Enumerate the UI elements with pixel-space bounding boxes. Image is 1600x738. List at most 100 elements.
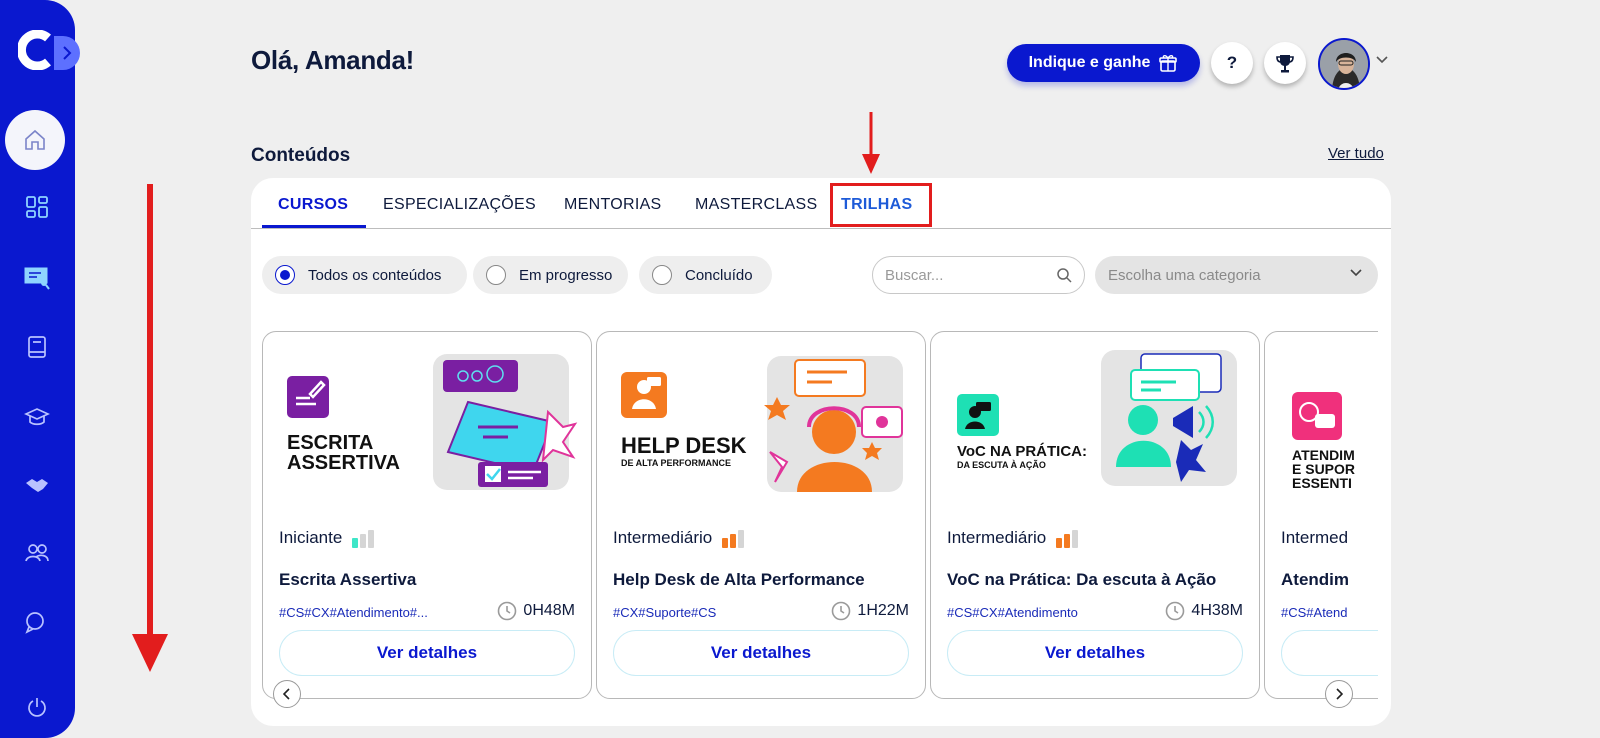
filter-completed[interactable]: Concluído [639, 256, 772, 294]
filter-all-label: Todos os conteúdos [308, 266, 442, 284]
sidebar-item-dashboard[interactable] [22, 192, 52, 222]
course-duration: 1H22M [831, 601, 909, 621]
sidebar-item-community[interactable] [22, 538, 52, 568]
course-thumbnail: HELP DESK DE ALTA PERFORMANCE [621, 356, 903, 492]
carousel-prev-button[interactable] [273, 680, 301, 708]
svg-text:HELP DESK: HELP DESK [621, 433, 747, 458]
radio-icon [652, 265, 672, 285]
course-card[interactable]: HELP DESK DE ALTA PERFORMANCE Intermediá… [596, 331, 926, 699]
view-details-button[interactable]: Ver detalhes [1281, 630, 1391, 676]
sidebar-item-mentoring[interactable] [22, 470, 52, 500]
level-bars-icon [352, 528, 375, 548]
page-greeting: Olá, Amanda! [251, 45, 415, 75]
course-level-label: Intermed [1281, 528, 1349, 547]
category-placeholder: Escolha uma categoria [1108, 266, 1261, 284]
content-panel: CURSOS ESPECIALIZAÇÕES MENTORIAS MASTERC… [251, 178, 1391, 726]
sidebar-item-logout[interactable] [22, 692, 52, 722]
svg-text:ASSERTIVA: ASSERTIVA [287, 452, 400, 474]
course-card[interactable]: VoC NA PRÁTICA: DA ESCUTA À AÇÃO Interme… [930, 331, 1260, 699]
handshake-icon [26, 479, 48, 492]
course-title: Help Desk de Alta Performance [613, 570, 865, 589]
course-duration-label: 0H48M [523, 602, 575, 619]
filter-in-progress-label: Em progresso [519, 266, 613, 284]
gift-icon [1159, 55, 1178, 72]
svg-text:VoC NA PRÁTICA:: VoC NA PRÁTICA: [957, 443, 1087, 460]
course-duration-label: 4H38M [1191, 602, 1243, 619]
invite-button[interactable]: Indique e ganhe [1007, 44, 1200, 82]
tab-mentorias[interactable]: MENTORIAS [564, 196, 662, 214]
sidebar [0, 0, 80, 738]
search-input[interactable]: Buscar... [872, 256, 1085, 294]
carousel-next-button[interactable] [1325, 680, 1353, 708]
annotation-arrow-down [132, 184, 168, 672]
see-all-link[interactable]: Ver tudo [1328, 145, 1384, 162]
clock-icon [832, 601, 851, 621]
view-details-button[interactable]: Ver detalhes [279, 630, 575, 676]
annotation-highlight-box [830, 183, 932, 227]
svg-text:ESCRITA: ESCRITA [287, 432, 373, 454]
course-level-label: Iniciante [279, 528, 343, 547]
category-select[interactable]: Escolha uma categoria [1095, 256, 1378, 294]
content-tabs: CURSOS ESPECIALIZAÇÕES MENTORIAS MASTERC… [251, 178, 1391, 229]
sidebar-item-library[interactable] [22, 332, 52, 362]
trophy-icon [1276, 55, 1294, 73]
chat-icon [25, 612, 44, 634]
course-card[interactable]: ATENDIM E SUPOR ESSENTI Intermed Atendim… [1264, 331, 1391, 699]
chevron-down-icon[interactable] [1376, 56, 1388, 64]
home-icon [25, 129, 45, 150]
clock-icon [498, 601, 517, 621]
tab-masterclass[interactable]: MASTERCLASS [695, 196, 817, 214]
course-duration: 4H38M [1165, 601, 1243, 621]
power-icon [28, 698, 46, 717]
logo-icon [16, 29, 54, 71]
search-icon [1057, 268, 1072, 283]
course-duration-label: 1H22M [857, 602, 909, 619]
filter-in-progress[interactable]: Em progresso [473, 256, 628, 294]
tab-cursos[interactable]: CURSOS [278, 196, 348, 214]
course-tags: #CS#CX#Atendimento#... [279, 605, 428, 620]
sidebar-item-certificates[interactable] [22, 263, 52, 293]
view-details-button[interactable]: Ver detalhes [947, 630, 1243, 676]
svg-text:DE ALTA PERFORMANCE: DE ALTA PERFORMANCE [621, 458, 731, 468]
course-tags: #CX#Suporte#CS [613, 605, 717, 620]
radio-selected-icon [275, 265, 295, 285]
graduation-cap-icon [24, 408, 50, 426]
course-thumbnail: ESCRITA ASSERTIVA [287, 354, 578, 490]
invite-button-label: Indique e ganhe [1028, 54, 1151, 71]
course-duration: 0H48M [497, 601, 575, 621]
user-avatar[interactable] [1318, 38, 1370, 90]
book-icon [28, 336, 46, 358]
level-bars-icon [722, 528, 745, 548]
course-level: Iniciante [279, 528, 375, 548]
chevron-left-icon [283, 688, 290, 700]
sidebar-item-chat[interactable] [22, 607, 52, 637]
course-thumbnail: ATENDIM E SUPOR ESSENTI [1292, 392, 1355, 491]
svg-text:ESSENTI: ESSENTI [1292, 475, 1352, 491]
filter-all[interactable]: Todos os conteúdos [262, 256, 467, 294]
filter-completed-label: Concluído [685, 266, 753, 284]
level-bars-icon [1056, 528, 1079, 548]
course-level: Intermed [1281, 528, 1348, 548]
course-card[interactable]: ESCRITA ASSERTIVA Iniciante Escrita Asse… [262, 331, 592, 699]
carousel-edge [1378, 330, 1391, 700]
sidebar-expand-button[interactable] [54, 36, 80, 70]
chevron-down-icon [1350, 269, 1362, 277]
course-title: VoC na Prática: Da escuta à Ação [947, 570, 1217, 589]
sidebar-item-home[interactable] [5, 110, 65, 170]
trophy-button[interactable] [1264, 42, 1306, 84]
help-button[interactable]: ? [1211, 42, 1253, 84]
course-level-label: Intermediário [613, 528, 713, 547]
active-tab-indicator [262, 225, 366, 228]
course-title: Atendim [1281, 570, 1349, 589]
dashboard-icon [26, 196, 48, 218]
section-title: Conteúdos [251, 145, 351, 166]
help-icon: ? [1226, 53, 1238, 72]
course-level-label: Intermediário [947, 528, 1047, 547]
view-details-button[interactable]: Ver detalhes [613, 630, 909, 676]
certificate-icon [24, 267, 50, 290]
tab-especializacoes[interactable]: ESPECIALIZAÇÕES [383, 196, 536, 214]
sidebar-item-courses[interactable] [22, 402, 52, 432]
chevron-right-icon [1336, 688, 1343, 700]
community-icon [25, 544, 49, 562]
course-tags: #CS#CX#Atendimento [947, 605, 1078, 620]
